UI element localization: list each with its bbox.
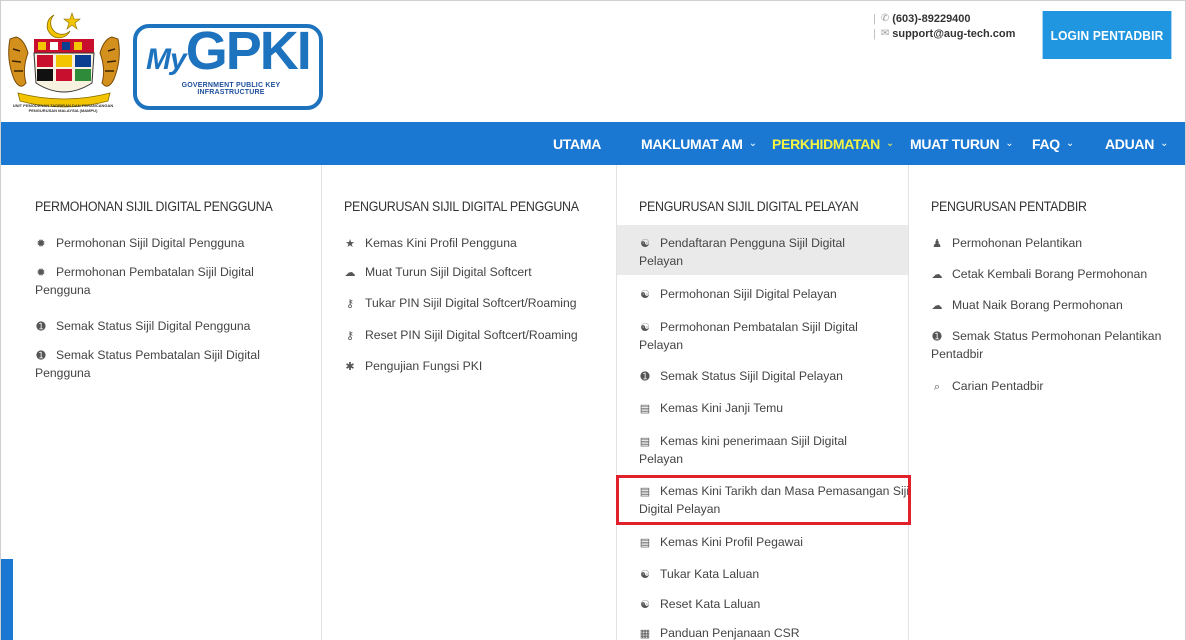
nav-label: ADUAN: [1105, 135, 1155, 152]
mygpki-logo[interactable]: My GPKI: [146, 21, 316, 81]
menu-item[interactable]: ⌕ Carian Pentadbir: [931, 378, 1185, 396]
book-icon: ▦: [639, 628, 651, 640]
annotation-highlight-box: [616, 475, 911, 525]
phone-icon: ✆: [880, 13, 890, 24]
page: UNIT PEMODENAN TADBIRAN DAN PERANCANGAN …: [0, 0, 1186, 640]
menu-item[interactable]: ♟ Permohonan Pelantikan: [931, 235, 1185, 253]
info-icon: ➊: [932, 331, 942, 343]
column-title: PERMOHONAN SIJIL DIGITAL PENGGUNA: [35, 199, 273, 214]
nav-item-utama[interactable]: UTAMA: [553, 122, 601, 165]
list-icon: ▤: [639, 436, 651, 448]
menu-item[interactable]: ☯ Permohonan Sijil Digital Pelayan: [639, 286, 899, 304]
menu-item[interactable]: ➊ Semak Status Permohonan Pelantikan Pent…: [931, 328, 1181, 363]
info-icon: ➊: [640, 371, 650, 383]
menu-item[interactable]: ⚷ Tukar PIN Sijil Digital Softcert/Roamin…: [344, 295, 619, 313]
nav-label: UTAMA: [553, 135, 602, 152]
user-tie-icon: ★: [345, 238, 355, 250]
crest-caption: UNIT PEMODENAN TADBIRAN DAN PERANCANGAN …: [12, 103, 114, 113]
key-icon: ⚷: [345, 330, 355, 342]
perkhidmatan-mega-menu: PERMOHONAN SIJIL DIGITAL PENGGUNA ✹ Permo…: [13, 165, 1185, 640]
info-icon: ➊: [36, 350, 46, 362]
menu-item[interactable]: ▦ Panduan Penjanaan CSR: [639, 625, 899, 640]
asterisk-icon: ✱: [345, 361, 355, 373]
menu-item[interactable]: ✹ Permohonan Sijil Digital Pengguna: [35, 235, 305, 253]
chevron-down-icon: ⌄: [1065, 138, 1074, 149]
phone-row: | ✆ (603)-89229400: [873, 12, 971, 25]
chevron-down-icon: ⌄: [885, 138, 894, 149]
main-nav: UTAMA MAKLUMAT AM ⌄ PERKHIDMATAN ⌄ MUAT …: [1, 122, 1185, 165]
email-row: | ✉ support@aug-tech.com: [873, 27, 1016, 40]
globe-icon: ☯: [640, 569, 650, 581]
menu-item[interactable]: ➊ Semak Status Sijil Digital Pelayan: [639, 368, 899, 386]
search-icon: ⌕: [933, 381, 941, 393]
logo-my-text: My: [146, 43, 187, 76]
nav-label: MAKLUMAT AM: [641, 135, 743, 152]
menu-item[interactable]: ▤ Kemas Kini Janji Temu: [639, 400, 899, 418]
nav-label: PERKHIDMATAN: [772, 135, 880, 152]
column-title: PENGURUSAN PENTADBIR: [931, 199, 1087, 214]
menu-column-pengurusan-pentadbir: PENGURUSAN PENTADBIR ♟ Permohonan Pelanti…: [908, 165, 1185, 640]
globe-icon: ☯: [640, 322, 650, 334]
cloud-download-icon: ☁: [344, 267, 356, 279]
contact-info: | ✆ (603)-89229400 | ✉ support@aug-tech.…: [873, 11, 1015, 41]
menu-item[interactable]: ✹ Permohonan Pembatalan Sijil Digital Pen…: [35, 264, 285, 299]
nav-label: MUAT TURUN: [910, 135, 1000, 152]
globe-icon: ☯: [640, 238, 650, 250]
menu-column-pengurusan-pengguna: PENGURUSAN SIJIL DIGITAL PENGGUNA ★ Kemas…: [321, 165, 616, 640]
chevron-down-icon: ⌄: [748, 138, 757, 149]
logo-gpki-text: GPKI: [185, 21, 312, 81]
menu-item[interactable]: ☁ Muat Naik Borang Permohonan: [931, 297, 1185, 315]
user-icon: ♟: [932, 238, 942, 250]
nav-item-perkhidmatan[interactable]: PERKHIDMATAN ⌄: [772, 122, 894, 165]
nav-item-aduan[interactable]: ADUAN ⌄: [1105, 122, 1168, 165]
gear-icon: ✹: [36, 238, 46, 250]
nav-label: FAQ: [1032, 135, 1060, 152]
email-address[interactable]: support@aug-tech.com: [892, 28, 1015, 40]
site-header: UNIT PEMODENAN TADBIRAN DAN PERANCANGAN …: [1, 1, 1185, 122]
envelope-icon: ✉: [880, 28, 890, 39]
login-pentadbir-button[interactable]: LOGIN PENTADBIR: [1042, 11, 1172, 59]
nav-item-maklumat-am[interactable]: MAKLUMAT AM ⌄: [641, 122, 757, 165]
list-icon: ▤: [639, 403, 651, 415]
menu-item[interactable]: ➊ Semak Status Sijil Digital Pengguna: [35, 318, 305, 336]
menu-item[interactable]: ☯ Tukar Kata Laluan: [639, 566, 899, 584]
column-title: PENGURUSAN SIJIL DIGITAL PELAYAN: [639, 199, 859, 214]
page-left-accent: [1, 559, 13, 640]
chevron-down-icon: ⌄: [1005, 138, 1014, 149]
chevron-down-icon: ⌄: [1160, 138, 1169, 149]
menu-item[interactable]: ☁ Cetak Kembali Borang Permohonan: [931, 266, 1185, 284]
globe-icon: ☯: [640, 289, 650, 301]
info-icon: ➊: [36, 321, 46, 333]
nav-item-faq[interactable]: FAQ ⌄: [1032, 122, 1074, 165]
menu-column-pengurusan-pelayan: PENGURUSAN SIJIL DIGITAL PELAYAN ☯ Pendaf…: [616, 165, 912, 640]
menu-item[interactable]: ☯ Permohonan Pembatalan Sijil Digital Pel…: [639, 319, 884, 354]
menu-item[interactable]: ➊ Semak Status Pembatalan Sijil Digital P…: [35, 347, 280, 382]
gear-icon: ✹: [36, 267, 46, 279]
column-title: PENGURUSAN SIJIL DIGITAL PENGGUNA: [344, 199, 579, 214]
cloud-download-icon: ☁: [931, 269, 943, 281]
menu-column-permohonan-pengguna: PERMOHONAN SIJIL DIGITAL PENGGUNA ✹ Permo…: [13, 165, 322, 640]
menu-item[interactable]: ▤ Kemas Kini Profil Pegawai: [639, 534, 899, 552]
menu-item[interactable]: ☁ Muat Turun Sijil Digital Softcert: [344, 264, 614, 282]
cloud-upload-icon: ☁: [931, 300, 943, 312]
menu-item[interactable]: ▤ Kemas kini penerimaan Sijil Digital Pel…: [639, 433, 884, 468]
key-icon: ⚷: [345, 298, 355, 310]
phone-number: (603)-89229400: [892, 12, 971, 25]
menu-item-hovered[interactable]: ☯ Pendaftaran Pengguna Sijil Digital Pela…: [617, 225, 909, 275]
logo-subtitle: GOVERNMENT PUBLIC KEY INFRASTRUCTURE: [181, 82, 281, 96]
menu-item[interactable]: ★ Kemas Kini Profil Pengguna: [344, 235, 614, 253]
menu-item[interactable]: ☯ Reset Kata Laluan: [639, 596, 899, 614]
list-icon: ▤: [639, 537, 651, 549]
menu-item[interactable]: ⚷ Reset PIN Sijil Digital Softcert/Roamin…: [344, 327, 619, 345]
globe-icon: ☯: [640, 599, 650, 611]
menu-item[interactable]: ✱ Pengujian Fungsi PKI: [344, 358, 614, 376]
nav-item-muat-turun[interactable]: MUAT TURUN ⌄: [910, 122, 1014, 165]
